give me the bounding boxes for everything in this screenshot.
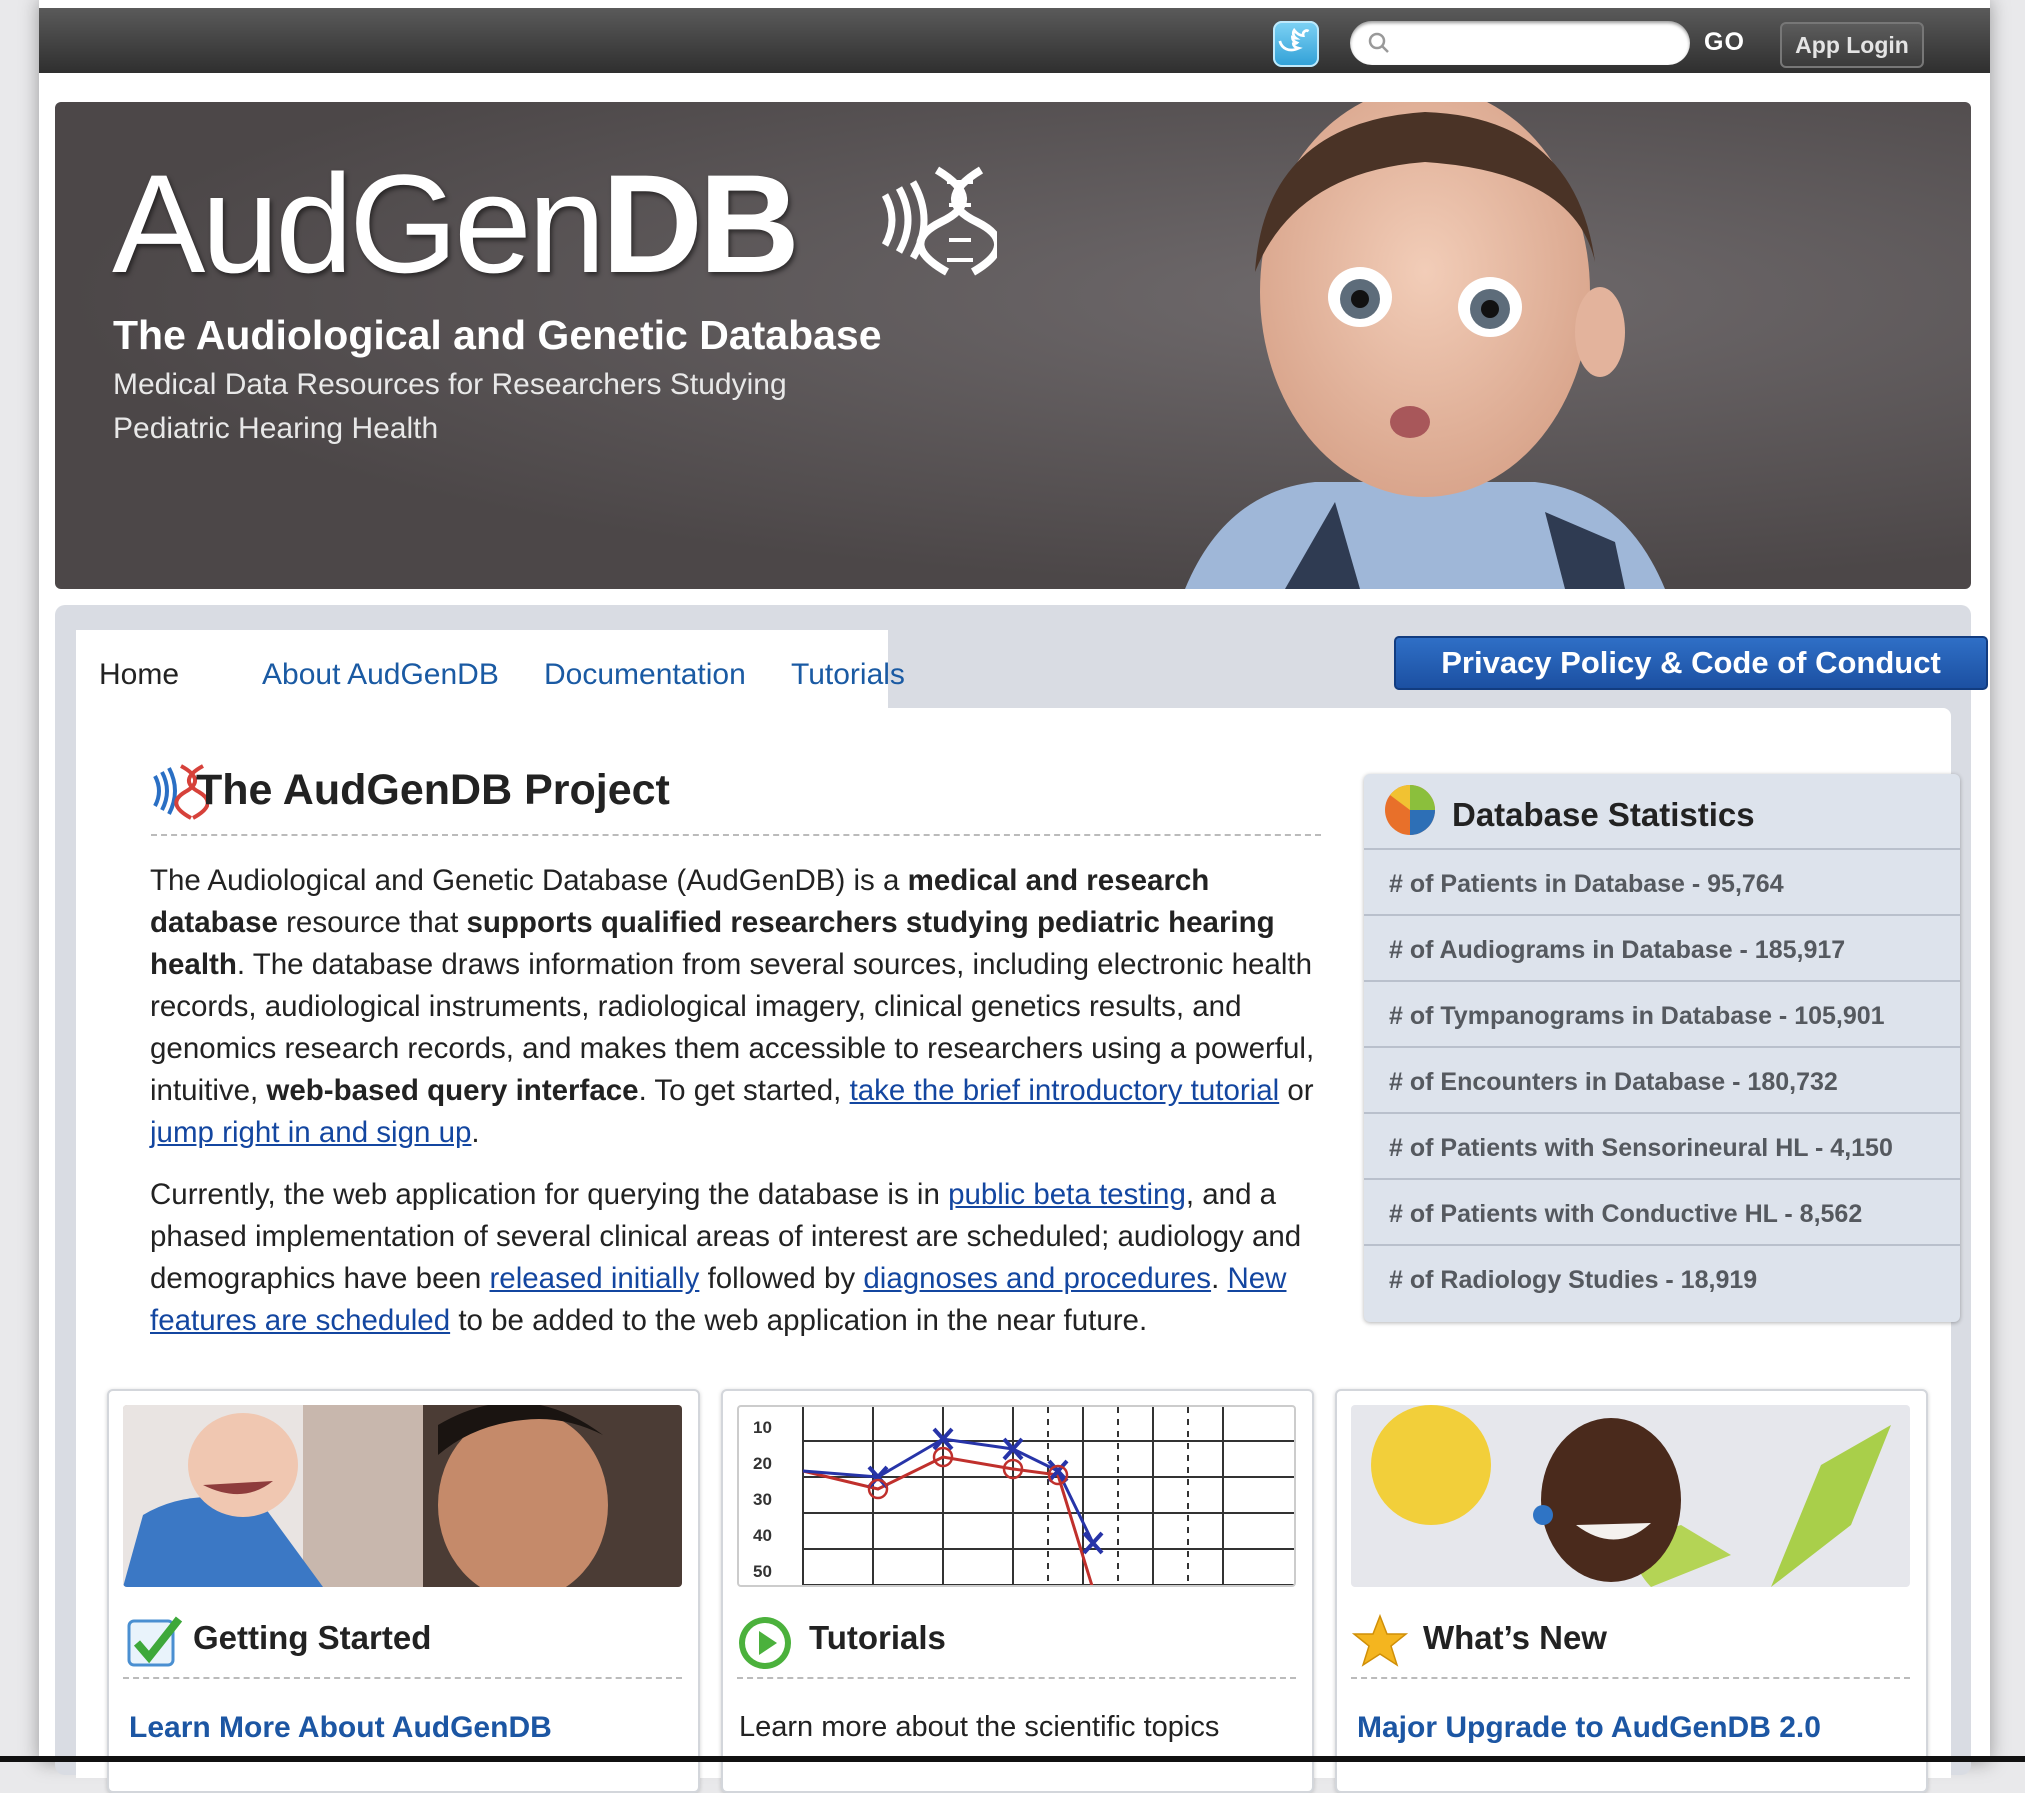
- logo-text-audgen: AudGen: [112, 145, 606, 302]
- y-tick-label: 30: [753, 1490, 772, 1509]
- diagnoses-procedures-link[interactable]: diagnoses and procedures: [863, 1262, 1211, 1295]
- twitter-bird-icon: [1278, 27, 1310, 52]
- text: followed by: [699, 1262, 864, 1295]
- divider: [1351, 1677, 1910, 1679]
- text: The Audiological and Genetic Database (A…: [150, 864, 908, 897]
- tutorials-text: Learn more about the scientific topics: [739, 1711, 1220, 1743]
- whats-new-title: What’s New: [1423, 1619, 1607, 1656]
- photo-baby-and-man: [123, 1405, 682, 1587]
- y-tick-label: 50: [753, 1562, 772, 1581]
- project-intro-paragraph: The Audiological and Genetic Database (A…: [150, 860, 1320, 1154]
- tab-about[interactable]: About AudGenDB: [262, 658, 499, 692]
- y-tick-label: 40: [753, 1526, 772, 1545]
- text: . To get started,: [638, 1074, 850, 1107]
- whats-new-card: What’s New Major Upgrade to AudGenDB 2.0: [1335, 1389, 1928, 1793]
- search-icon: [1368, 32, 1389, 53]
- text: .: [471, 1116, 480, 1149]
- tab-home[interactable]: Home: [99, 658, 179, 692]
- database-statistics-panel: Database Statistics # of Patients in Dat…: [1364, 774, 1960, 1322]
- nav-tabs: Home About AudGenDB Documentation Tutori…: [76, 630, 905, 710]
- stat-encounters: # of Encounters in Database - 180,732: [1364, 1046, 1960, 1112]
- tutorials-title: Tutorials: [809, 1619, 946, 1656]
- getting-started-title: Getting Started: [193, 1619, 432, 1656]
- site-logo[interactable]: AudGenDB: [112, 154, 800, 294]
- stat-patients: # of Patients in Database - 95,764: [1364, 848, 1960, 914]
- window-bottom-edge: [0, 1756, 2025, 1762]
- project-status-paragraph: Currently, the web application for query…: [150, 1174, 1320, 1342]
- top-bar: GO App Login: [39, 8, 1990, 73]
- stat-sensorineural: # of Patients with Sensorineural HL - 4,…: [1364, 1112, 1960, 1178]
- audiogram-image: 10 20 30 40 50: [737, 1405, 1296, 1587]
- sign-up-link[interactable]: jump right in and sign up: [150, 1116, 471, 1149]
- text: .: [1211, 1262, 1228, 1295]
- text: resource that: [277, 906, 467, 939]
- divider: [123, 1677, 682, 1679]
- project-title: The AudGenDB Project: [196, 766, 670, 814]
- pie-chart-icon: [1385, 785, 1435, 835]
- text: or: [1279, 1074, 1314, 1107]
- stat-conductive: # of Patients with Conductive HL - 8,562: [1364, 1178, 1960, 1244]
- tutorials-card: 10 20 30 40 50 Tutorials Learn more abou…: [721, 1389, 1314, 1793]
- search-input[interactable]: [1350, 21, 1690, 65]
- whats-new-photo: [1351, 1405, 1910, 1587]
- divider: [151, 834, 1321, 836]
- checkbox-checked-icon: [127, 1616, 183, 1667]
- y-tick-label: 20: [753, 1454, 772, 1473]
- privacy-policy-button[interactable]: Privacy Policy & Code of Conduct: [1394, 636, 1988, 690]
- photo-smiling-child: [1351, 1405, 1910, 1587]
- app-login-button[interactable]: App Login: [1780, 22, 1924, 68]
- stat-radiology: # of Radiology Studies - 18,919: [1364, 1244, 1960, 1310]
- play-icon: [739, 1617, 791, 1669]
- sound-dna-logo-icon: [881, 166, 997, 276]
- text: to be added to the web application in th…: [450, 1304, 1148, 1337]
- hero-subtitle-line1: Medical Data Resources for Researchers S…: [113, 368, 787, 401]
- page: GO App Login AudGenDB The Audiological a…: [39, 0, 1990, 1793]
- tutorial-link[interactable]: take the brief introductory tutorial: [850, 1074, 1280, 1107]
- stat-audiograms: # of Audiograms in Database - 185,917: [1364, 914, 1960, 980]
- go-button[interactable]: GO: [1704, 28, 1745, 57]
- divider: [737, 1677, 1296, 1679]
- logo-text-db: DB: [601, 145, 800, 302]
- hero-banner: AudGenDB The Audiological and Genetic Da…: [55, 102, 1971, 589]
- stats-title: Database Statistics: [1452, 796, 1755, 833]
- text: Currently, the web application for query…: [150, 1178, 949, 1211]
- hero-title: The Audiological and Genetic Database: [113, 312, 882, 358]
- child-photo: [1185, 102, 1665, 589]
- tab-documentation[interactable]: Documentation: [544, 658, 746, 692]
- hero-subtitle-line2: Pediatric Hearing Health: [113, 412, 439, 445]
- audiogram-chart: 10 20 30 40 50: [753, 1407, 1294, 1585]
- tab-tutorials[interactable]: Tutorials: [791, 658, 905, 692]
- major-upgrade-link[interactable]: Major Upgrade to AudGenDB 2.0: [1357, 1711, 1821, 1745]
- y-tick-label: 10: [753, 1418, 772, 1437]
- released-initially-link[interactable]: released initially: [489, 1262, 699, 1295]
- getting-started-card: Getting Started Learn More About AudGenD…: [107, 1389, 700, 1793]
- learn-more-link[interactable]: Learn More About AudGenDB: [129, 1711, 552, 1745]
- getting-started-photo: [123, 1405, 682, 1587]
- twitter-icon[interactable]: [1273, 21, 1319, 67]
- public-beta-link[interactable]: public beta testing: [948, 1178, 1186, 1211]
- star-icon: [1351, 1613, 1409, 1667]
- text-bold: web-based query interface: [266, 1074, 639, 1107]
- stat-tympanograms: # of Tympanograms in Database - 105,901: [1364, 980, 1960, 1046]
